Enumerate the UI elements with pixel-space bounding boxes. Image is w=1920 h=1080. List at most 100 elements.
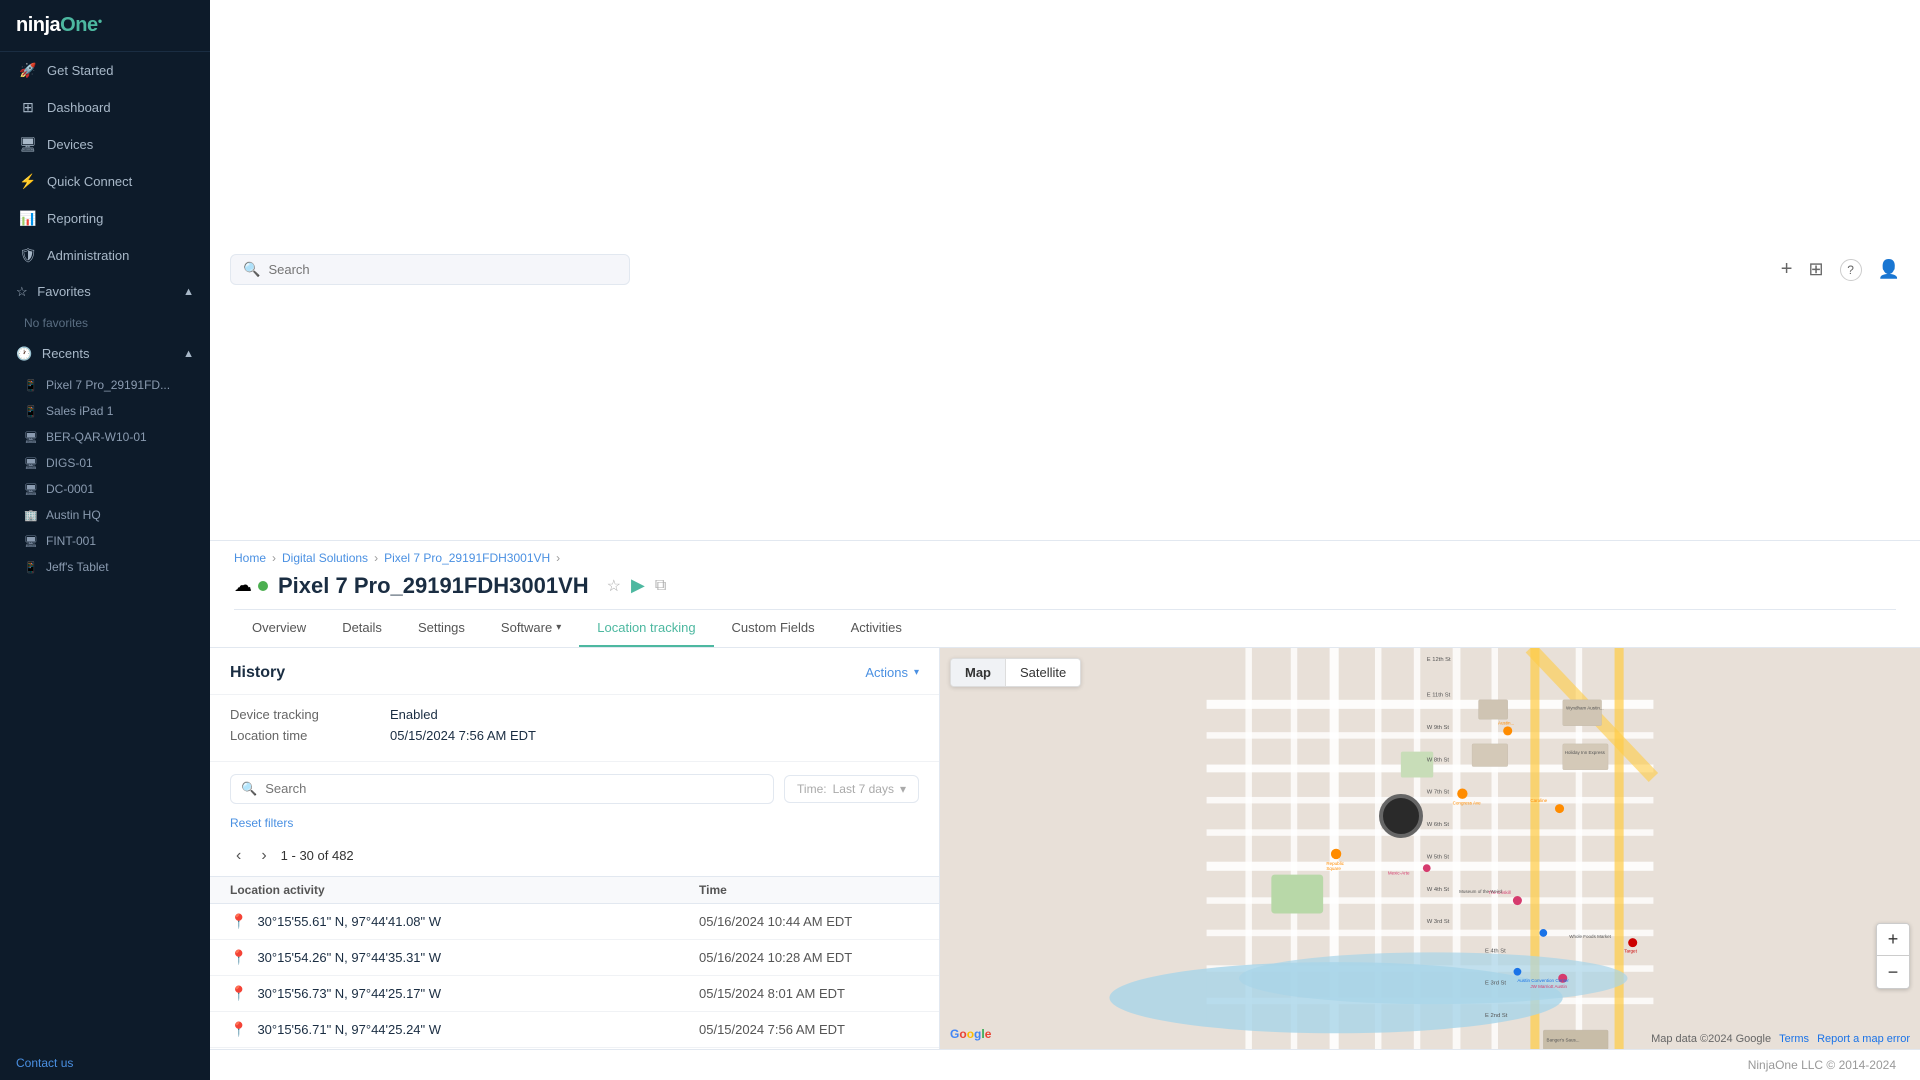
breadcrumb-sep2: › <box>374 551 378 565</box>
svg-text:Holiday Inn Express: Holiday Inn Express <box>1565 750 1606 755</box>
grid-view-button[interactable]: ⊞ <box>1808 259 1823 280</box>
recent-sales-ipad[interactable]: 📱 Sales iPad 1 <box>0 398 210 424</box>
svg-text:Mexic-Arte: Mexic-Arte <box>1388 870 1410 875</box>
breadcrumb-device[interactable]: Pixel 7 Pro_29191FDH3001VH <box>384 551 550 565</box>
recent-fint-001[interactable]: 🖥 FINT-001 <box>0 528 210 554</box>
nav-devices[interactable]: 🖥 Devices <box>0 126 210 163</box>
tab-details[interactable]: Details <box>324 610 400 647</box>
tab-location-tracking[interactable]: Location tracking <box>579 610 713 647</box>
zoom-in-button[interactable]: + <box>1877 924 1909 956</box>
map-mode-map[interactable]: Map <box>951 659 1006 686</box>
time-filter-value: Last 7 days <box>833 782 894 796</box>
location-coords: 30°15'56.73" N, 97°44'25.17" W <box>257 986 699 1001</box>
help-button[interactable]: ? <box>1840 259 1862 281</box>
recent-digs-01-label: DIGS-01 <box>46 456 93 470</box>
reset-filters-link[interactable]: Reset filters <box>210 816 939 838</box>
location-time: 05/15/2024 7:56 AM EDT <box>699 1022 919 1037</box>
breadcrumb-sep1: › <box>272 551 276 565</box>
recent-austin-hq[interactable]: 🏢 Austin HQ <box>0 502 210 528</box>
nav-dashboard[interactable]: ⊞ Dashboard <box>0 89 210 126</box>
favorites-section[interactable]: ☆ Favorites ▲ <box>0 274 210 310</box>
dashboard-icon: ⊞ <box>19 99 37 116</box>
location-pin-icon: 📍 <box>230 985 247 1002</box>
map-zoom-controls: + − <box>1876 923 1910 989</box>
nav-administration[interactable]: 🛡 Administration <box>0 237 210 274</box>
tab-software[interactable]: Software ▾ <box>483 610 579 647</box>
location-time: 05/16/2024 10:44 AM EDT <box>699 914 919 929</box>
svg-text:Congress Ave: Congress Ave <box>1453 800 1482 805</box>
actions-button[interactable]: Actions ▾ <box>865 665 919 680</box>
svg-text:Caroline: Caroline <box>1530 798 1547 803</box>
add-button[interactable]: + <box>1781 258 1793 281</box>
info-rows: Device tracking Enabled Location time 05… <box>210 695 939 762</box>
tab-settings[interactable]: Settings <box>400 610 483 647</box>
zoom-out-button[interactable]: − <box>1877 956 1909 988</box>
map-panel[interactable]: E 12th St E 11th St W 9th St W 8th St W … <box>940 648 1920 1050</box>
content-area: Home › Digital Solutions › Pixel 7 Pro_2… <box>210 541 1920 1080</box>
star-button[interactable]: ☆ <box>607 576 621 596</box>
contact-link[interactable]: Contact us <box>16 1056 73 1070</box>
recent-sales-ipad-icon: 📱 <box>24 405 38 418</box>
profile-button[interactable]: 👤 <box>1878 259 1900 280</box>
breadcrumb-home[interactable]: Home <box>234 551 266 565</box>
recent-ber-qar[interactable]: 🖥 BER-QAR-W10-01 <box>0 424 210 450</box>
table-header: Location activity Time <box>210 876 939 904</box>
history-search-input[interactable] <box>265 781 763 796</box>
device-location-marker <box>1379 794 1423 838</box>
location-row[interactable]: 📍 30°15'56.73" N, 97°44'25.17" W 05/15/2… <box>210 976 939 1012</box>
tab-overview[interactable]: Overview <box>234 610 324 647</box>
play-button[interactable]: ▶ <box>631 575 645 596</box>
history-search[interactable]: 🔍 <box>230 774 774 804</box>
breadcrumb-digital-solutions[interactable]: Digital Solutions <box>282 551 368 565</box>
search-icon: 🔍 <box>243 261 260 278</box>
breadcrumb-sep3: › <box>556 551 560 565</box>
nav-reporting[interactable]: 📊 Reporting <box>0 200 210 237</box>
reporting-icon: 📊 <box>19 210 37 227</box>
device-tracking-row: Device tracking Enabled <box>230 707 919 722</box>
time-filter-button[interactable]: Time: Last 7 days ▾ <box>784 775 919 803</box>
location-row[interactable]: 📍 30°15'54.26" N, 97°44'35.31" W 05/16/2… <box>210 940 939 976</box>
recent-digs-01[interactable]: 🖥 DIGS-01 <box>0 450 210 476</box>
recent-jeffs-tablet-icon: 📱 <box>24 561 38 574</box>
nav-get-started[interactable]: 🚀 Get Started <box>0 52 210 89</box>
administration-icon: 🛡 <box>19 247 37 264</box>
location-row[interactable]: 📍 30°15'55.61" N, 97°44'41.08" W 05/16/2… <box>210 904 939 940</box>
software-dropdown-icon: ▾ <box>556 622 561 633</box>
map-report-link[interactable]: Report a map error <box>1817 1033 1910 1045</box>
prev-page-button[interactable]: ‹ <box>230 844 247 868</box>
filter-row: 🔍 Time: Last 7 days ▾ <box>210 762 939 816</box>
history-panel: History Actions ▾ Device tracking Enable… <box>210 648 940 1050</box>
location-row[interactable]: 📍 30°15'56.71" N, 97°44'25.24" W 05/15/2… <box>210 1012 939 1048</box>
google-logo: Google <box>950 1027 991 1041</box>
map-mode-satellite[interactable]: Satellite <box>1006 659 1080 686</box>
recent-austin-hq-label: Austin HQ <box>46 508 101 522</box>
search-input[interactable] <box>268 262 617 277</box>
contact-area: Contact us <box>0 1045 210 1080</box>
pagination-row: ‹ › 1 - 30 of 482 <box>210 838 939 876</box>
nav-devices-label: Devices <box>47 137 93 152</box>
recent-dc-0001-icon: 🖥 <box>24 483 38 496</box>
map-terms-link[interactable]: Terms <box>1779 1033 1809 1045</box>
tab-activities[interactable]: Activities <box>833 610 920 647</box>
svg-text:Republic: Republic <box>1326 860 1344 865</box>
recent-dc-0001[interactable]: 🖥 DC-0001 <box>0 476 210 502</box>
title-actions: ☆ ▶ ⧉ <box>607 575 667 596</box>
device-title-row: ☁ Pixel 7 Pro_29191FDH3001VH ☆ ▶ ⧉ <box>234 573 1896 609</box>
search-box[interactable]: 🔍 <box>230 254 630 285</box>
copy-button[interactable]: ⧉ <box>655 577 666 595</box>
body-split: History Actions ▾ Device tracking Enable… <box>210 648 1920 1050</box>
page-info: 1 - 30 of 482 <box>281 848 354 863</box>
svg-text:Wyndham Austin...: Wyndham Austin... <box>1566 705 1604 710</box>
recent-dc-0001-label: DC-0001 <box>46 482 94 496</box>
col-activity-header: Location activity <box>230 883 699 897</box>
next-page-button[interactable]: › <box>255 844 272 868</box>
recents-section[interactable]: 🕐 Recents ▲ <box>0 336 210 372</box>
tab-custom-fields[interactable]: Custom Fields <box>714 610 833 647</box>
location-coords: 30°15'56.71" N, 97°44'25.24" W <box>257 1022 699 1037</box>
main-area: 🔍 + ⊞ ? 👤 Home › Digital Solutions › Pix… <box>210 0 1920 1080</box>
logo-area: ninjaOne● <box>0 0 210 52</box>
recent-pixel7[interactable]: 📱 Pixel 7 Pro_29191FD... <box>0 372 210 398</box>
recent-jeffs-tablet[interactable]: 📱 Jeff's Tablet <box>0 554 210 580</box>
nav-quick-connect[interactable]: ⚡ Quick Connect <box>0 163 210 200</box>
nav-administration-label: Administration <box>47 248 129 263</box>
